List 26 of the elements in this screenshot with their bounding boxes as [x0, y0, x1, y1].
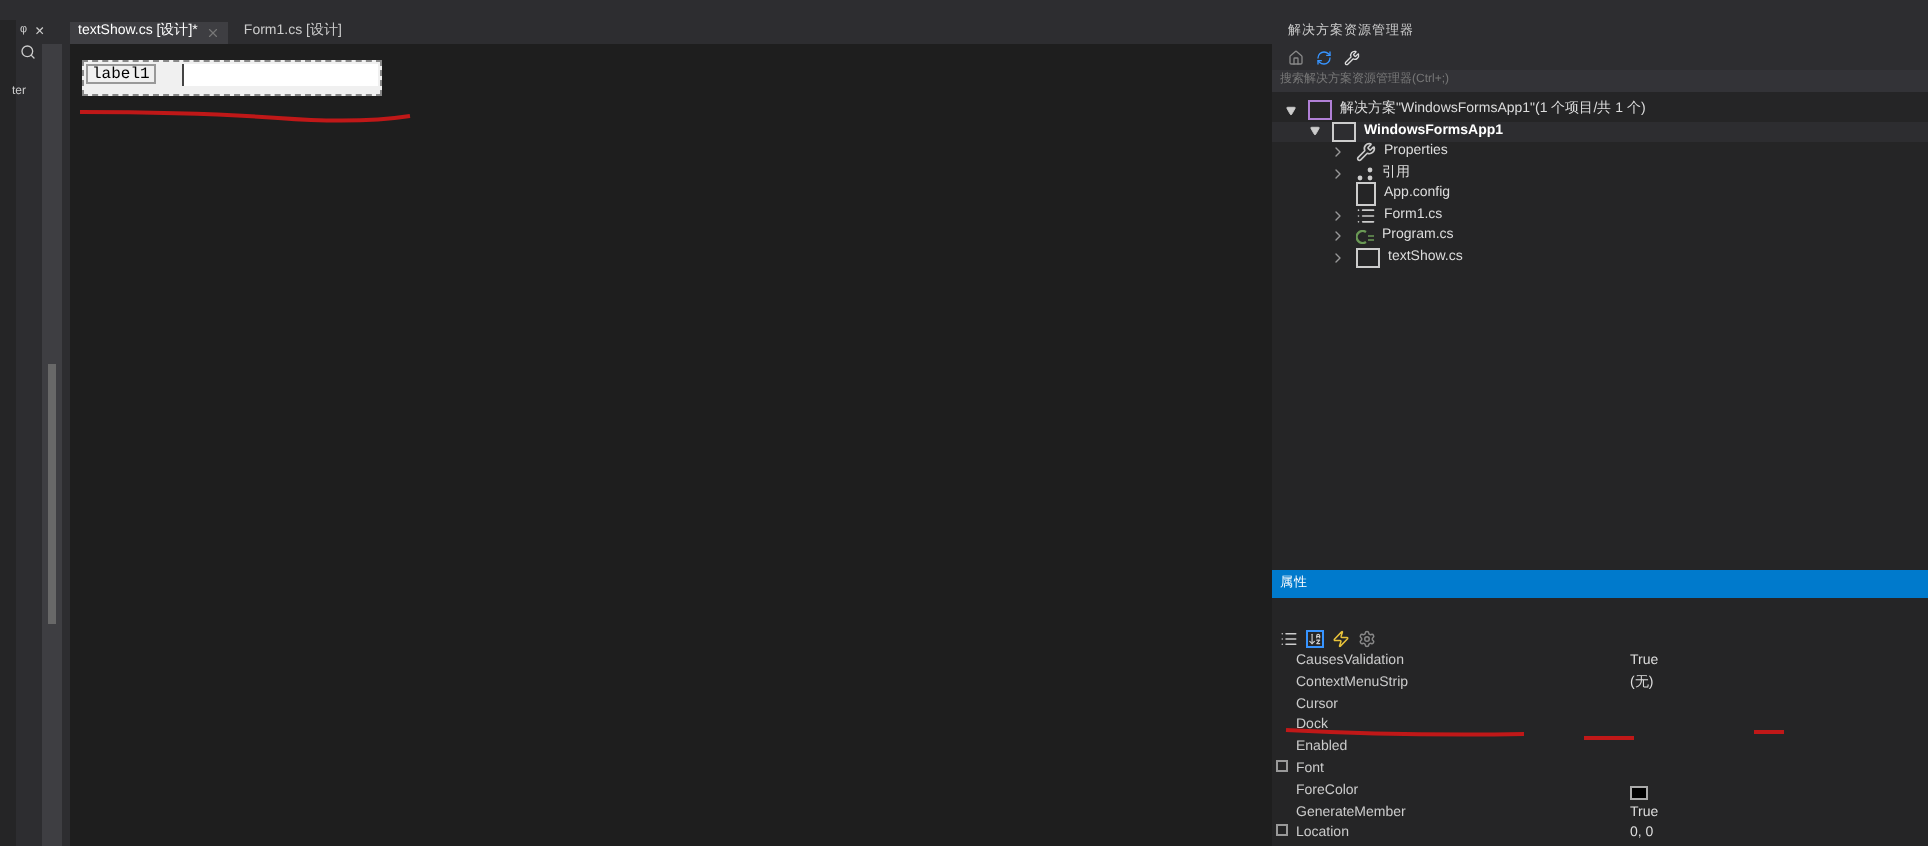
- scrollbar[interactable]: [42, 44, 62, 846]
- lightning-icon[interactable]: [1332, 629, 1350, 648]
- settings-icon[interactable]: [1358, 629, 1376, 648]
- color-swatch[interactable]: [1630, 785, 1648, 799]
- references-icon: [1356, 165, 1374, 182]
- wrench-icon[interactable]: [1344, 49, 1360, 65]
- code-file-icon: [1356, 229, 1374, 244]
- collapse-arrow-icon[interactable]: [1285, 105, 1295, 116]
- expand-icon[interactable]: [1276, 824, 1288, 837]
- expand-icon[interactable]: [1276, 759, 1288, 772]
- label-control[interactable]: label1: [86, 64, 156, 84]
- solution-icon: [1308, 100, 1332, 121]
- form-icon: [1356, 205, 1376, 226]
- search-icon[interactable]: [20, 44, 36, 60]
- refresh-icon[interactable]: [1316, 49, 1332, 65]
- user-control[interactable]: label1: [82, 60, 382, 96]
- collapse-arrow-icon[interactable]: [1309, 126, 1319, 137]
- close-button[interactable]: ×: [35, 20, 45, 44]
- sort-icon[interactable]: [1306, 629, 1324, 648]
- categorized-icon[interactable]: [1280, 629, 1298, 648]
- project-icon: [1332, 121, 1356, 142]
- file-icon: [1356, 182, 1376, 207]
- pin-button[interactable]: ᵠ: [20, 20, 28, 44]
- control-file-icon: [1356, 247, 1380, 268]
- wrench-icon: [1356, 142, 1376, 163]
- home-icon[interactable]: [1288, 49, 1304, 65]
